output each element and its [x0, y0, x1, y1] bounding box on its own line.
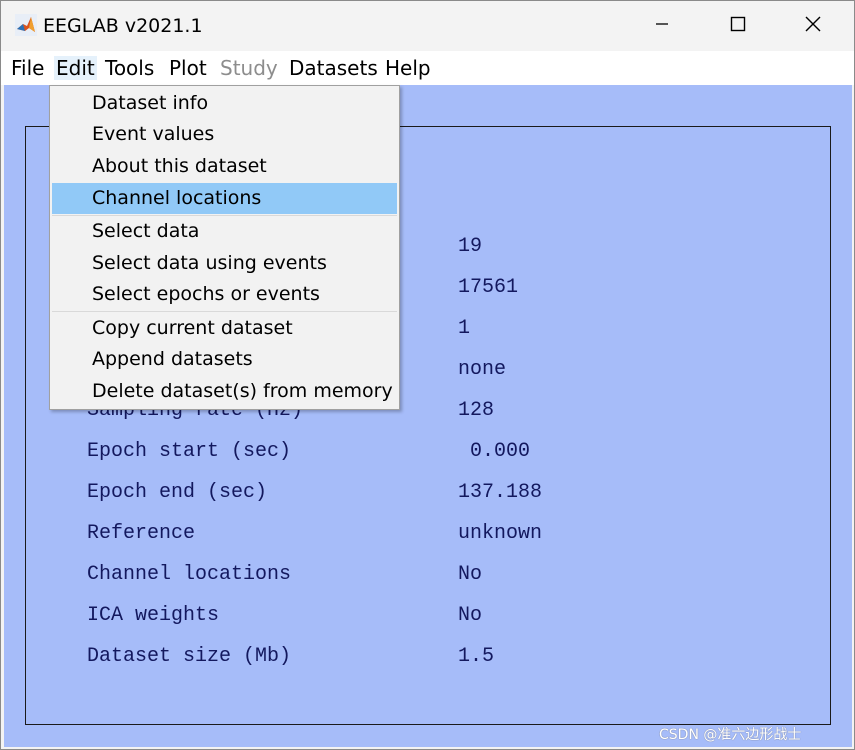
minimize-button[interactable]: [639, 1, 685, 51]
menu-item-event-values[interactable]: Event values: [52, 119, 397, 150]
menu-item-select-epochs[interactable]: Select epochs or events: [52, 279, 397, 310]
menu-bar: File Edit Tools Plot Study Datasets Help: [1, 51, 854, 122]
edit-menu-dropdown: Dataset info Event values About this dat…: [49, 85, 400, 410]
menu-plot[interactable]: Plot: [167, 56, 209, 80]
menu-study: Study: [220, 56, 278, 80]
menu-item-label: Event values: [92, 123, 215, 145]
menu-file[interactable]: File: [9, 56, 46, 80]
info-label-dataset-size: Dataset size (Mb): [87, 645, 292, 668]
info-value-reference: unknown: [458, 522, 543, 545]
info-label-ica-weights: ICA weights: [87, 604, 220, 627]
info-value-epoch-end: 137.188: [458, 481, 543, 504]
close-button[interactable]: [790, 1, 836, 51]
menu-datasets[interactable]: Datasets: [287, 56, 380, 80]
matlab-logo-icon: [15, 14, 37, 36]
info-value-events: none: [458, 358, 507, 381]
menu-item-about-dataset[interactable]: About this dataset: [52, 151, 397, 182]
menu-tools[interactable]: Tools: [103, 56, 156, 80]
info-value-dataset-size: 1.5: [458, 645, 495, 668]
watermark: CSDN @准六边形战士: [659, 727, 802, 743]
menu-item-label: About this dataset: [92, 155, 267, 177]
window-title: EEGLAB v2021.1: [43, 15, 203, 37]
menu-item-label: Delete dataset(s) from memory: [92, 380, 393, 402]
info-value-frames: 17561: [458, 276, 519, 299]
menu-separator: [52, 311, 397, 312]
maximize-button[interactable]: [715, 1, 761, 51]
info-label-epoch-start: Epoch start (sec): [87, 440, 292, 463]
info-value-channels: 19: [458, 235, 483, 258]
menu-help[interactable]: Help: [383, 56, 433, 80]
eeglab-window: EEGLAB v2021.1 File Edit Tools Plot Stud…: [0, 0, 855, 750]
minimize-icon: [654, 16, 670, 36]
info-value-epoch-start: 0.000: [458, 440, 531, 463]
info-label-channel-locations: Channel locations: [87, 563, 292, 586]
info-value-sampling-rate: 128: [458, 399, 495, 422]
menu-item-label: Select epochs or events: [92, 283, 320, 305]
close-icon: [804, 15, 822, 37]
menu-item-label: Copy current dataset: [92, 317, 293, 339]
menu-item-label: Channel locations: [92, 187, 262, 209]
menu-item-channel-locations[interactable]: Channel locations: [52, 183, 397, 214]
info-value-channel-locations: No: [458, 563, 483, 586]
maximize-icon: [730, 16, 746, 36]
menu-item-select-data[interactable]: Select data: [52, 216, 397, 247]
info-label-epoch-end: Epoch end (sec): [87, 481, 268, 504]
menu-item-copy-dataset[interactable]: Copy current dataset: [52, 313, 397, 344]
menu-item-label: Append datasets: [92, 348, 253, 370]
menu-item-label: Select data: [92, 220, 200, 242]
menu-item-delete-datasets[interactable]: Delete dataset(s) from memory: [52, 376, 397, 407]
info-value-ica-weights: No: [458, 604, 483, 627]
menu-item-select-data-events[interactable]: Select data using events: [52, 248, 397, 279]
info-value-epochs: 1: [458, 317, 471, 340]
title-bar: EEGLAB v2021.1: [1, 1, 854, 51]
menu-item-label: Select data using events: [92, 252, 327, 274]
menu-item-label: Dataset info: [92, 92, 209, 114]
menu-item-dataset-info[interactable]: Dataset info: [52, 88, 397, 119]
menu-item-append-datasets[interactable]: Append datasets: [52, 344, 397, 375]
info-label-reference: Reference: [87, 522, 196, 545]
menu-edit[interactable]: Edit: [54, 56, 97, 80]
